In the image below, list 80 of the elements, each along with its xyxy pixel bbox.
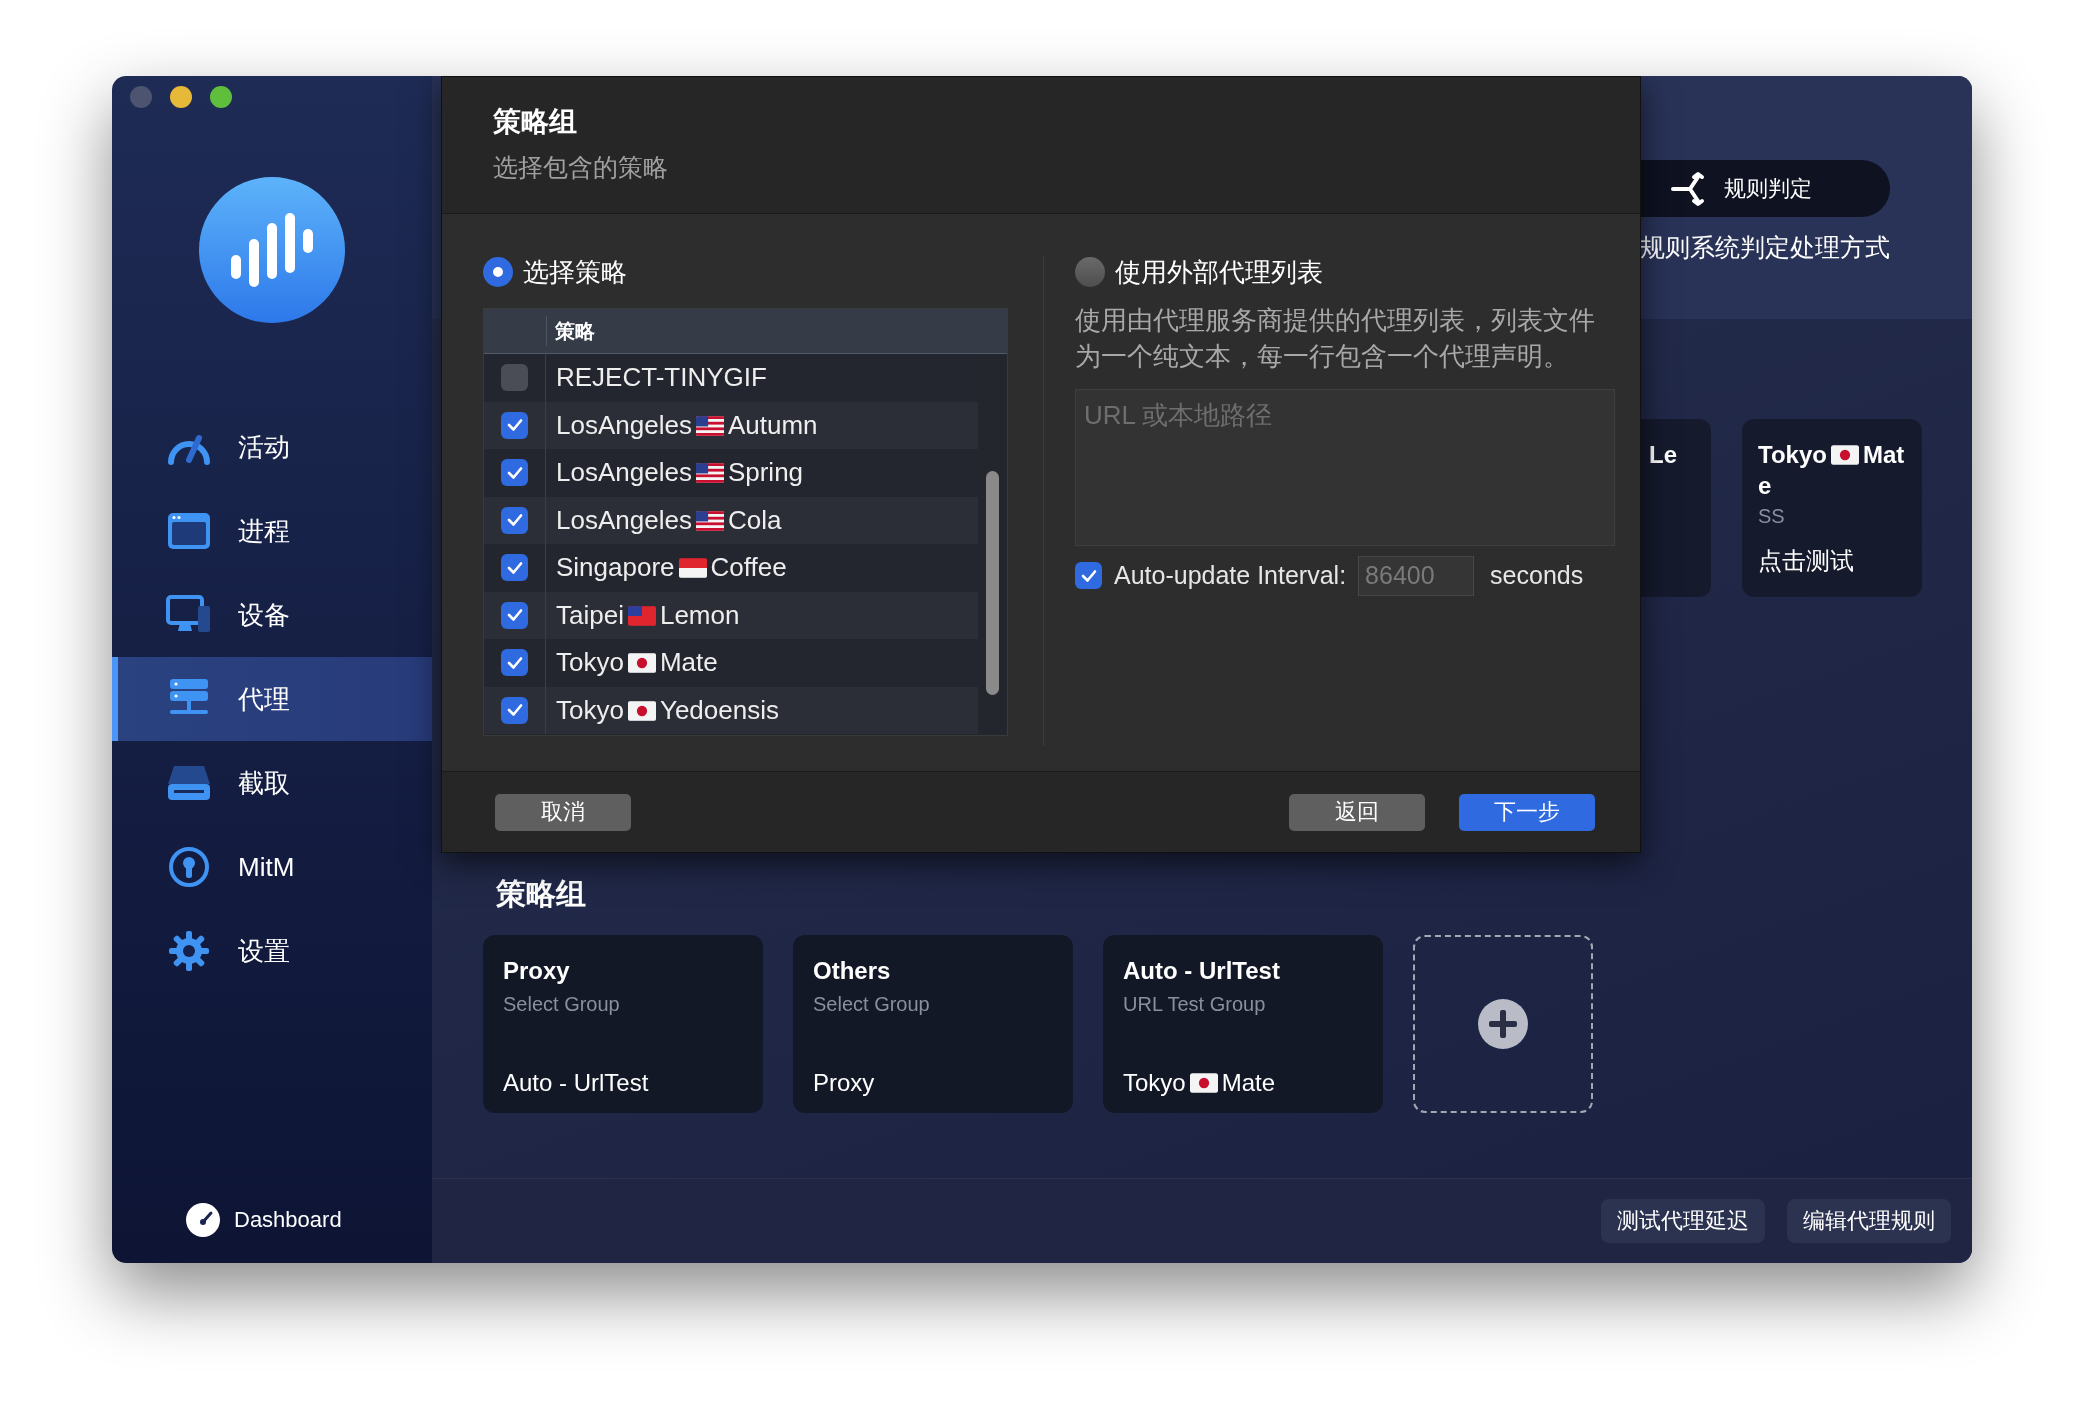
group-name: Others	[813, 957, 892, 985]
dialog-button[interactable]: 下一步	[1459, 793, 1595, 831]
dialog-title: 策略组	[493, 105, 578, 139]
policy-name: Tokyo Yedoensis	[555, 694, 779, 726]
group-name: Proxy	[503, 957, 571, 985]
gauge-icon	[186, 1203, 220, 1237]
proxy-name: Le	[1649, 440, 1678, 470]
unit-label: seconds	[1490, 561, 1584, 591]
flag-icon	[678, 558, 707, 579]
zoom-button[interactable]	[210, 86, 232, 108]
description-text: 规则系统判定处理方式	[1640, 232, 1890, 263]
protocol-label: SS	[1758, 505, 1786, 529]
sidebar-item[interactable]: MitM	[112, 825, 432, 909]
add-group-button[interactable]	[1413, 935, 1593, 1113]
group-name: Auto - UrlTest	[1123, 957, 1281, 985]
radio-option[interactable]: 使用外部代理列表	[1075, 252, 1635, 292]
scrollbar[interactable]	[986, 471, 999, 695]
interval-input-field[interactable]: 86400	[1358, 555, 1475, 596]
column-header[interactable]: 策略	[547, 317, 595, 345]
flag-icon	[1189, 1073, 1218, 1093]
sidebar-item[interactable]: 设置	[112, 909, 432, 993]
checkbox[interactable]	[501, 649, 528, 677]
policy-name: Singapore Coffee	[555, 552, 787, 584]
checkbox[interactable]	[501, 459, 528, 487]
url-input-field[interactable]: URL 或本地路径	[1075, 388, 1615, 546]
dialog-button[interactable]: 取消	[495, 793, 631, 831]
flag-icon	[695, 415, 724, 436]
flag-icon	[1830, 445, 1859, 465]
sidebar-item[interactable]: 截取	[112, 741, 432, 825]
proxy-card[interactable]: Tokyo Mate SS 点击测试	[1742, 419, 1922, 597]
policy-group-card[interactable]: Proxy Select Group Auto - UrlTest	[483, 935, 763, 1113]
policy-group-card[interactable]: Others Select Group Proxy	[793, 935, 1073, 1113]
policy-name: LosAngeles Cola	[555, 504, 782, 536]
plus-icon	[1478, 999, 1528, 1049]
minimize-button[interactable]	[170, 86, 192, 108]
window-icon	[166, 510, 212, 552]
dashboard-link[interactable]: Dashboard	[186, 1203, 432, 1237]
flag-icon	[695, 463, 724, 484]
policy-name: Tokyo Mate	[555, 647, 718, 679]
group-type: URL Test Group	[1123, 993, 1267, 1016]
radio-button[interactable]	[483, 257, 513, 287]
toolbar-button[interactable]: 测试代理延迟	[1601, 1199, 1765, 1243]
policy-name: LosAngeles Spring	[555, 457, 804, 489]
dialog-button[interactable]: 返回	[1289, 793, 1425, 831]
test-link[interactable]: 点击测试	[1758, 545, 1906, 577]
group-current-policy: Tokyo Mate	[1123, 1069, 1277, 1097]
flag-icon	[627, 700, 656, 721]
policy-name: Taipei Lemon	[555, 599, 740, 631]
checkbox[interactable]	[501, 364, 528, 392]
keyhole-icon	[166, 846, 212, 888]
policy-group-card[interactable]: Auto - UrlTest URL Test Group Tokyo Mate	[1103, 935, 1383, 1113]
flag-icon	[627, 653, 656, 674]
dialog-subtitle: 选择包含的策略	[493, 152, 669, 183]
radio-button[interactable]	[1075, 257, 1105, 287]
sidebar-item[interactable]: 进程	[112, 489, 432, 573]
policy-name: REJECT-TINYGIF	[555, 362, 767, 394]
checkbox-label: Auto-update Interval:	[1114, 561, 1347, 591]
flag-icon	[627, 605, 656, 626]
checkbox[interactable]	[501, 411, 528, 439]
group-current-policy: Proxy	[813, 1069, 876, 1097]
policy-name: LosAngeles Autumn	[555, 409, 818, 441]
section-title: 策略组	[496, 876, 587, 912]
checkbox[interactable]	[501, 696, 528, 724]
proxy-name: Tokyo Mate	[1758, 440, 1906, 502]
settings-icon	[166, 930, 212, 972]
checkbox[interactable]	[1075, 562, 1102, 590]
sidebar-item[interactable]: 设备	[112, 573, 432, 657]
sidebar-item[interactable]: 代理	[112, 657, 432, 741]
radio-option[interactable]: 选择策略	[483, 252, 1008, 292]
flag-icon	[695, 510, 724, 531]
checkbox[interactable]	[501, 554, 528, 582]
group-current-policy: Auto - UrlTest	[503, 1069, 650, 1097]
group-type: Select Group	[813, 993, 931, 1016]
sidebar-item[interactable]: 活动	[112, 405, 432, 489]
checkbox[interactable]	[501, 601, 528, 629]
group-type: Select Group	[503, 993, 621, 1016]
toolbar-button[interactable]: 编辑代理规则	[1787, 1199, 1951, 1243]
checkbox[interactable]	[501, 506, 528, 534]
description-text: 使用由代理服务商提供的代理列表，列表文件为一个纯文本，每一行包含一个代理声明。	[1075, 304, 1596, 374]
app-logo-icon	[199, 177, 345, 323]
